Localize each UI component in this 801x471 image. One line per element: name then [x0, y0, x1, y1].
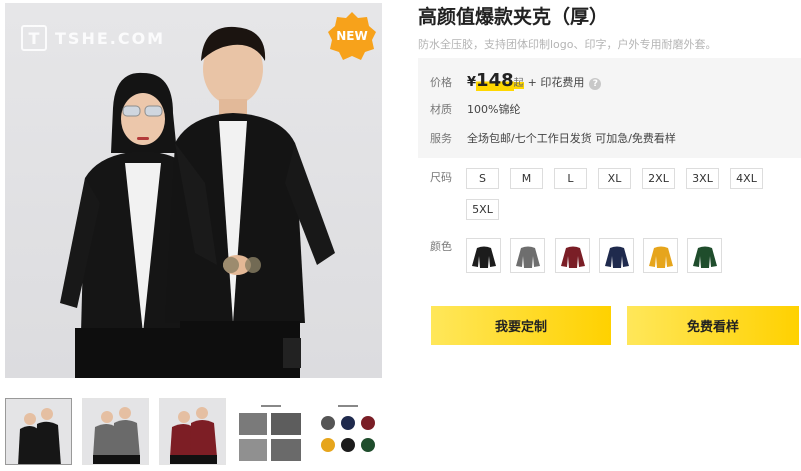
help-icon[interactable]: ?	[589, 78, 602, 90]
product-title: 高颜值爆款夹克（厚）	[418, 6, 609, 28]
thumb-image	[321, 405, 375, 452]
color-option-black[interactable]	[466, 238, 501, 273]
size-option[interactable]: M	[510, 168, 543, 189]
watermark: T TSHE.COM	[21, 25, 165, 51]
color-option-navy[interactable]	[599, 238, 634, 273]
jacket-swatch-icon	[692, 246, 717, 268]
customize-button[interactable]: 我要定制	[431, 306, 611, 345]
size-option[interactable]: 5XL	[466, 199, 499, 220]
thumbnail-grey-pair[interactable]	[82, 398, 149, 465]
size-option[interactable]: L	[554, 168, 587, 189]
thumbnail-detail-shots[interactable]	[236, 398, 303, 465]
thumbnail-red-pair[interactable]	[159, 398, 226, 465]
thumb-image	[170, 407, 217, 464]
price-row: 价格 ¥ 148 起 + 印花费用 ?	[430, 70, 602, 91]
jacket-swatch-icon	[560, 246, 585, 268]
thumbnail-strip	[5, 398, 380, 465]
thumb-image	[239, 405, 301, 461]
size-label: 尺码	[430, 171, 452, 184]
price-extra: + 印花费用	[527, 76, 585, 89]
service-label: 服务	[430, 132, 452, 145]
main-product-image: T TSHE.COM NEW	[5, 3, 382, 378]
product-subtitle: 防水全压胶，支持团体印制logo、印字，户外专用耐磨外套。	[418, 38, 717, 51]
size-option[interactable]: 4XL	[730, 168, 763, 189]
price-unit: 起	[513, 74, 524, 89]
info-panel: 价格 ¥ 148 起 + 印花费用 ? 材质 100%锦纶 服务 全场包邮/七个…	[418, 58, 801, 158]
price-value: 148	[476, 70, 514, 91]
jacket-swatch-icon	[604, 246, 629, 268]
new-badge: NEW	[327, 11, 377, 61]
jacket-swatch-icon	[648, 246, 673, 268]
thumb-image	[18, 408, 61, 464]
size-option[interactable]: S	[466, 168, 499, 189]
size-option[interactable]: 3XL	[686, 168, 719, 189]
price-label: 价格	[430, 76, 452, 89]
price-symbol: ¥	[467, 75, 477, 90]
color-option-burgundy[interactable]	[555, 238, 590, 273]
badge-label: NEW	[336, 29, 368, 43]
thumbnail-color-lineup[interactable]	[313, 398, 380, 465]
service-value: 全场包邮/七个工作日发货 可加急/免费看样	[467, 132, 676, 145]
size-option[interactable]: XL	[598, 168, 631, 189]
watermark-logo: T	[21, 25, 47, 51]
material-row: 材质 100%锦纶	[430, 101, 520, 117]
size-option[interactable]: 2XL	[642, 168, 675, 189]
service-row: 服务 全场包邮/七个工作日发货 可加急/免费看样	[430, 130, 676, 146]
watermark-text: TSHE.COM	[55, 28, 166, 48]
thumb-image	[93, 407, 140, 464]
color-option-green[interactable]	[687, 238, 722, 273]
material-value: 100%锦纶	[467, 103, 521, 116]
jacket-swatch-icon	[515, 246, 540, 268]
free-sample-button[interactable]: 免费看样	[627, 306, 799, 345]
color-label: 颜色	[430, 240, 452, 253]
material-label: 材质	[430, 103, 452, 116]
color-option-yellow[interactable]	[643, 238, 678, 273]
thumbnail-black-pair[interactable]	[5, 398, 72, 465]
jacket-swatch-icon	[471, 246, 496, 268]
color-option-grey[interactable]	[510, 238, 545, 273]
